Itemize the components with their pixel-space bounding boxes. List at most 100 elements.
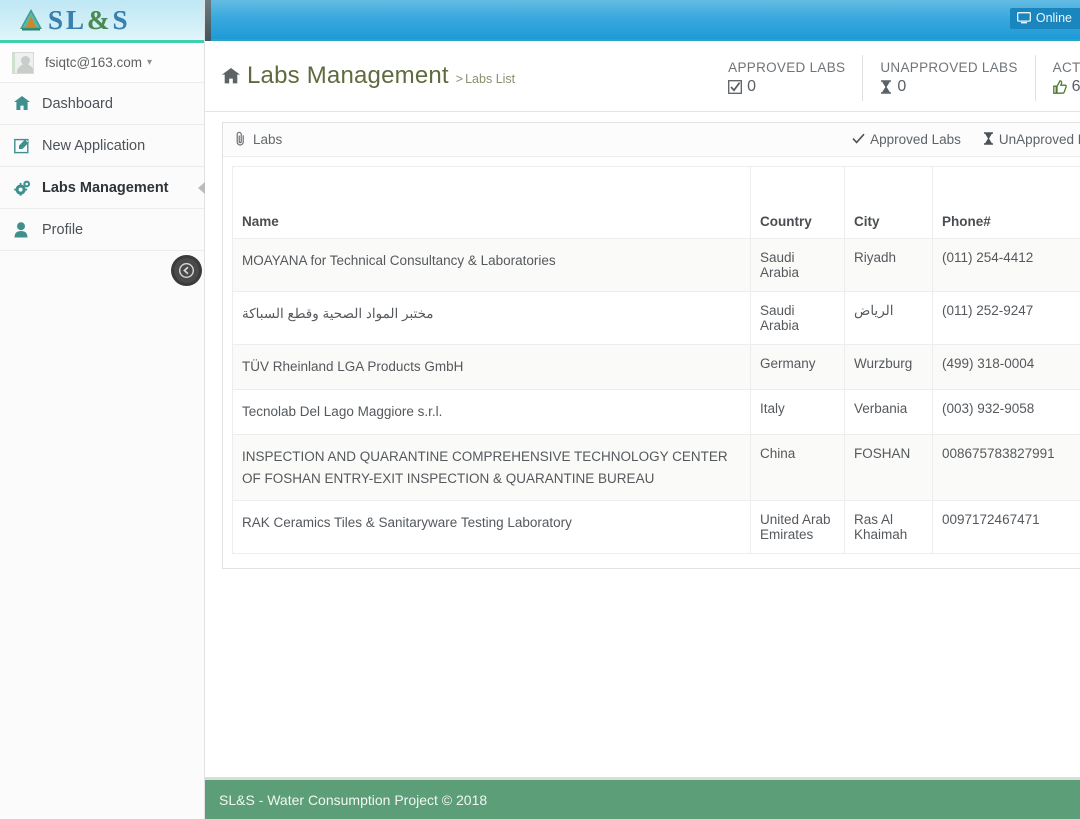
breadcrumb-current: Labs List	[465, 72, 516, 86]
check-icon	[852, 132, 865, 147]
panel-actions: Approved Labs UnApproved Labs	[852, 131, 1080, 148]
page-header: Labs Management > Labs List APPROVED LABS…	[205, 41, 1080, 112]
labs-panel: Labs Approved Labs UnApproved Labs	[222, 122, 1080, 570]
online-status-badge[interactable]: Online	[1009, 8, 1080, 29]
sidebar-item-profile[interactable]: Profile	[0, 209, 204, 251]
hourglass-icon	[983, 131, 994, 148]
column-header-phone[interactable]: Phone#	[932, 166, 1080, 239]
panel-action-label: UnApproved Labs	[998, 132, 1080, 147]
page-title: Labs Management	[247, 62, 449, 89]
edit-square-icon	[14, 138, 36, 154]
panel-header: Labs Approved Labs UnApproved Labs	[223, 123, 1080, 157]
panel-body: Name Country City Phone# MOAYANA for Tec…	[223, 157, 1080, 568]
cell-phone: (011) 254-4412	[932, 238, 1080, 292]
cell-city: FOSHAN	[844, 433, 933, 502]
cell-city: Verbania	[844, 388, 933, 435]
brand-letter-l: L	[66, 4, 88, 35]
labs-table-head: Name Country City Phone#	[232, 166, 1080, 239]
home-icon	[222, 68, 240, 84]
stats-group: APPROVED LABS 0 UNAPPROVED LABS 0 ACT 6	[711, 55, 1080, 101]
table-header-row: Name Country City Phone#	[232, 166, 1080, 239]
table-row[interactable]: MOAYANA for Technical Consultancy & Labo…	[232, 238, 1080, 292]
cell-name: MOAYANA for Technical Consultancy & Labo…	[232, 238, 751, 292]
cell-country: Saudi Arabia	[750, 238, 845, 292]
stat-value: 0	[897, 78, 907, 95]
table-row[interactable]: TÜV Rheinland LGA Products GmbH Germany Wu…	[232, 344, 1080, 390]
cell-country: Saudi Arabia	[750, 291, 845, 345]
sidebar-item-label: Labs Management	[42, 179, 169, 196]
unapproved-labs-filter[interactable]: UnApproved Labs	[983, 131, 1080, 148]
column-header-name[interactable]: Name	[232, 166, 751, 239]
table-row[interactable]: مختبر المواد الصحية وقطع السباكة Saudi Ar…	[232, 291, 1080, 345]
sidebar-item-label: Dashboard	[42, 95, 113, 112]
cell-city: Ras Al Khaimah	[844, 500, 933, 555]
brand-letter-amp: &	[87, 4, 113, 35]
brand-letter-s1: S	[48, 4, 67, 35]
thumbs-up-icon	[1052, 80, 1067, 94]
avatar-icon	[12, 51, 34, 74]
panel-title: Labs	[253, 132, 283, 147]
breadcrumb-separator: >	[455, 72, 464, 86]
main-content: Online Labs Management > Labs List APPROV…	[205, 0, 1080, 819]
online-status-label: Online	[1035, 11, 1072, 25]
cell-phone: 008675783827991	[932, 433, 1080, 502]
top-bar: Online	[205, 0, 1080, 41]
table-row[interactable]: Tecnolab Del Lago Maggiore s.r.l. Italy Ve…	[232, 388, 1080, 435]
cell-city: الرياض	[844, 291, 933, 345]
column-header-city[interactable]: City	[844, 166, 933, 239]
stat-active-labs[interactable]: ACTIVE LABS 6	[1034, 55, 1080, 101]
brand-header[interactable]: SL&S	[0, 0, 204, 43]
sidebar-item-dashboard[interactable]: Dashboard	[0, 83, 204, 125]
cell-phone: 0097172467471	[932, 500, 1080, 555]
monitor-icon	[1016, 12, 1031, 24]
sidebar-item-label: Profile	[42, 221, 84, 238]
labs-table-body: MOAYANA for Technical Consultancy & Labo…	[232, 238, 1080, 555]
sidebar-item-labs-management[interactable]: Labs Management	[0, 167, 205, 209]
brand-title: SL&S	[48, 5, 131, 36]
panel-title-group: Labs	[235, 131, 282, 149]
cell-name: مختبر المواد الصحية وقطع السباكة	[232, 291, 751, 345]
chevron-down-icon[interactable]: ▾	[147, 57, 152, 68]
footer: SL&S - Water Consumption Project © 2018	[205, 777, 1080, 819]
cell-country: Germany	[750, 344, 845, 390]
user-account-menu[interactable]: fsiqtc@163.com ▾	[0, 43, 204, 83]
cell-name: INSPECTION AND QUARANTINE COMPREHENSIVE …	[232, 433, 751, 502]
sidebar-nav: Dashboard New Application Labs Managemen…	[0, 83, 205, 251]
sidebar: SL&S fsiqtc@163.com ▾ Dashboard New Appl…	[0, 0, 205, 819]
cell-city: Riyadh	[844, 238, 933, 292]
triangle-logo-icon	[18, 7, 44, 33]
arrow-left-circle-icon[interactable]	[174, 258, 199, 283]
cell-name: TÜV Rheinland LGA Products GmbH	[232, 344, 751, 390]
labs-table: Name Country City Phone# MOAYANA for Tec…	[232, 166, 1080, 555]
stat-value-wrap: 0	[728, 78, 845, 96]
user-email-label: fsiqtc@163.com	[45, 55, 142, 70]
check-square-icon	[728, 80, 743, 94]
stat-label: ACTIVE LABS	[1052, 60, 1080, 75]
page-title-group: Labs Management > Labs List	[205, 62, 515, 90]
stat-label: UNAPPROVED LABS	[880, 60, 1018, 75]
breadcrumb[interactable]: > Labs List	[456, 72, 515, 86]
cell-phone: (011) 252-9247	[932, 291, 1080, 345]
column-header-country[interactable]: Country	[750, 166, 845, 239]
sidebar-item-label: New Application	[42, 137, 146, 154]
home-icon	[14, 96, 36, 111]
table-row[interactable]: RAK Ceramics Tiles & Sanitaryware Testin…	[232, 500, 1080, 555]
approved-labs-filter[interactable]: Approved Labs	[852, 132, 961, 148]
cell-phone: (499) 318-0004	[932, 344, 1080, 390]
sidebar-item-new-application[interactable]: New Application	[0, 125, 204, 167]
cell-country: Italy	[750, 388, 845, 435]
cell-city: Wurzburg	[844, 344, 933, 390]
stat-value: 0	[747, 78, 757, 95]
stat-approved-labs[interactable]: APPROVED LABS 0	[711, 55, 862, 101]
stat-unapproved-labs[interactable]: UNAPPROVED LABS 0	[862, 55, 1034, 101]
stat-value-wrap: 6	[1052, 78, 1080, 96]
paperclip-icon	[235, 131, 246, 149]
table-row[interactable]: INSPECTION AND QUARANTINE COMPREHENSIVE …	[232, 433, 1080, 502]
cell-country: United Arab Emirates	[750, 500, 845, 555]
app-root: SL&S fsiqtc@163.com ▾ Dashboard New Appl…	[0, 0, 1080, 819]
stat-label: APPROVED LABS	[728, 60, 846, 75]
cell-phone: (003) 932-9058	[932, 388, 1080, 435]
cell-name: Tecnolab Del Lago Maggiore s.r.l.	[232, 388, 751, 435]
cell-name: RAK Ceramics Tiles & Sanitaryware Testin…	[232, 500, 751, 555]
footer-text: SL&S - Water Consumption Project © 2018	[219, 791, 488, 808]
